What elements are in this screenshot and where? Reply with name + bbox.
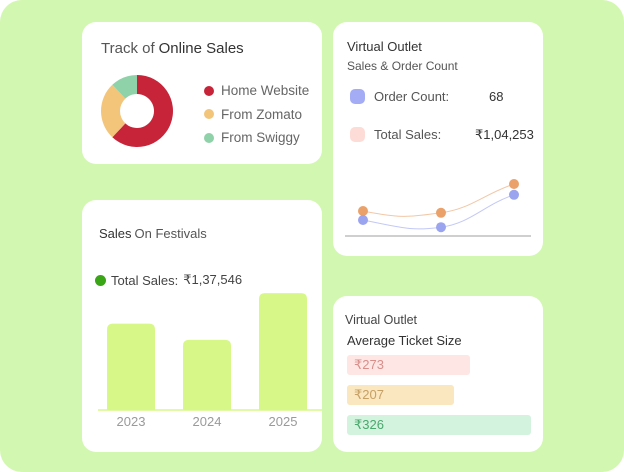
series-point-1 (509, 179, 519, 189)
ticket-subtitle: Average Ticket Size (347, 333, 462, 348)
total-sales-dot (95, 274, 106, 286)
legend-item: Home Website (204, 79, 309, 103)
festival-sales-card: 2023 2024 2025 Sales On Festivals Total Sal… (82, 200, 322, 452)
series-point-1 (436, 207, 446, 218)
total-sales-label: Total Sales: (374, 127, 442, 142)
festival-title-rest: On Festivals (134, 226, 207, 241)
total-sales-value: ₹1,04,253 (475, 127, 534, 142)
bar-2023 (107, 323, 155, 410)
festival-total-value: ₹1,37,546 (183, 272, 243, 287)
virtual-outlet-card: Virtual Outlet Sales & Order Count Order… (333, 22, 543, 256)
festival-title-bold: Sales (99, 226, 132, 241)
legend-item: From Swiggy (204, 126, 309, 150)
series-point-1 (358, 206, 368, 216)
total-sales-row: Total Sales: (350, 127, 441, 142)
legend-dot (204, 109, 214, 120)
order-count-value: 68 (489, 89, 504, 104)
series-point-2 (358, 215, 368, 225)
virtual-outlet-subtitle: Sales & Order Count (347, 59, 458, 73)
ticket-size-card: Virtual Outlet Average Ticket Size ₹273 ₹… (333, 296, 543, 452)
series-point-2 (509, 189, 519, 200)
online-sales-title: Track of Online Sales (101, 40, 244, 57)
legend-label: Home Website (221, 83, 310, 99)
ticket-bar-1: ₹273 (347, 355, 470, 375)
ticket-bar-2: ₹207 (347, 385, 454, 405)
dashboard-background: Track of Online Sales Home Website From Zo… (0, 0, 624, 472)
legend-label: From Swiggy (221, 130, 300, 146)
title-prefix: Track of (101, 40, 155, 57)
bar-label-2023: 2023 (117, 414, 146, 429)
legend-item: From Zomato (204, 103, 309, 127)
online-sales-legend: Home Website From Zomato From Swiggy (204, 79, 309, 150)
ticket-bar-3: ₹326 (347, 415, 531, 435)
festival-total-label: Total Sales: (111, 272, 179, 288)
legend-label: From Zomato (221, 106, 303, 122)
order-count-row: Order Count: (350, 89, 449, 104)
festival-sales-title: Sales On Festivals (99, 226, 207, 241)
bar-2025 (259, 293, 307, 410)
order-count-swatch (350, 89, 365, 104)
online-sales-donut-chart (101, 75, 173, 147)
series-point-2 (436, 222, 446, 233)
legend-dot (204, 85, 214, 96)
title-main: Online Sales (158, 40, 244, 57)
festival-total-sales: Total Sales: ₹1,37,546 (95, 272, 242, 288)
total-sales-swatch (350, 127, 365, 142)
virtual-outlet-title: Virtual Outlet (347, 39, 422, 54)
order-count-label: Order Count: (374, 89, 450, 104)
sales-order-line-chart (345, 179, 531, 237)
online-sales-card: Track of Online Sales Home Website From Zo… (82, 22, 322, 164)
legend-dot (204, 132, 214, 143)
bar-label-2025: 2025 (269, 414, 298, 429)
ticket-title: Virtual Outlet (345, 313, 418, 327)
bar-2024 (183, 339, 231, 410)
bar-label-2024: 2024 (193, 414, 222, 429)
